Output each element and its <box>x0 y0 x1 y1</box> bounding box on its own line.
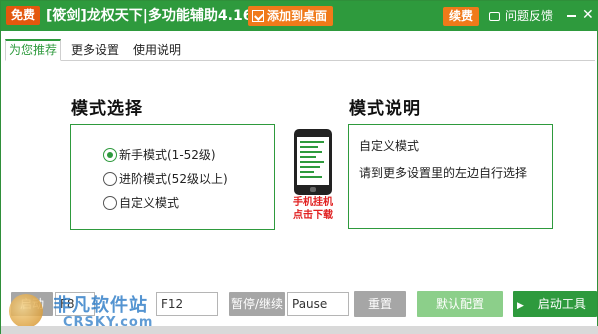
radio-icon <box>103 172 117 186</box>
reset-button[interactable]: 重置 <box>354 291 406 317</box>
bottom-toolbar: 启动 F8 F12 暂停/继续 Pause 重置 默认配置 ▶ 启动工具 <box>1 286 598 326</box>
close-icon[interactable]: ✕ <box>582 8 594 22</box>
phone-promo-line1: 手机挂机 <box>293 197 333 208</box>
feedback-link[interactable]: 问题反馈 <box>489 7 553 25</box>
start-hotkey-label: 启动 <box>11 292 53 316</box>
app-window: 免费 [筱剑]龙权天下|多功能辅助4.16 添加到桌面 续费 问题反馈 ✕ 为您… <box>0 0 598 334</box>
phone-home-button <box>310 187 316 192</box>
phone-download-link[interactable]: 手机挂机 点击下载 <box>291 196 335 222</box>
tab-bar: 为您推荐 更多设置 使用说明 <box>5 39 595 61</box>
default-config-button[interactable]: 默认配置 <box>417 291 503 317</box>
start-tool-label: 启动工具 <box>537 297 586 311</box>
pause-hotkey-label: 暂停/继续 <box>229 292 285 316</box>
mode-option-label: 进阶模式(52级以上) <box>119 172 228 186</box>
footer-bar <box>1 326 598 334</box>
mode-desc-text: 请到更多设置里的左边自行选择 <box>359 166 528 180</box>
title-bar: 免费 [筱剑]龙权天下|多功能辅助4.16 添加到桌面 续费 问题反馈 ✕ <box>1 1 598 31</box>
free-badge[interactable]: 免费 <box>6 6 41 25</box>
tab-instructions[interactable]: 使用说明 <box>130 39 184 61</box>
checkbox-icon <box>252 10 264 22</box>
mode-select-heading: 模式选择 <box>71 99 143 119</box>
phone-promo-line2: 点击下载 <box>293 210 333 221</box>
radio-selected-icon <box>103 148 117 162</box>
mode-option-label: 自定义模式 <box>119 196 180 210</box>
add-to-desktop-button[interactable]: 添加到桌面 <box>248 6 334 26</box>
start-tool-button[interactable]: ▶ 启动工具 <box>513 291 597 317</box>
mode-option-label: 新手模式(1-52级) <box>119 148 216 162</box>
mode-desc-title: 自定义模式 <box>359 139 420 153</box>
start-hotkey-field[interactable]: F8 <box>55 292 95 316</box>
app-title: [筱剑]龙权天下|多功能辅助4.16 <box>46 8 253 24</box>
mode-option-custom[interactable]: 自定义模式 <box>103 195 179 211</box>
renew-button[interactable]: 续费 <box>443 7 480 26</box>
mode-select-panel: 新手模式(1-52级) 进阶模式(52级以上) 自定义模式 <box>70 124 275 230</box>
tab-recommend[interactable]: 为您推荐 <box>5 39 62 61</box>
feedback-label: 问题反馈 <box>505 9 554 23</box>
phone-screen <box>297 137 329 185</box>
radio-icon <box>103 196 117 210</box>
add-to-desktop-label: 添加到桌面 <box>267 9 328 23</box>
tab-more-settings[interactable]: 更多设置 <box>68 39 122 61</box>
chat-bubble-icon <box>489 12 500 21</box>
stop-hotkey-field[interactable]: F12 <box>156 292 218 316</box>
play-icon: ▶ <box>517 301 524 311</box>
mode-desc-panel: 自定义模式 请到更多设置里的左边自行选择 <box>348 124 553 229</box>
pause-hotkey-field[interactable]: Pause <box>287 292 349 316</box>
mode-option-beginner[interactable]: 新手模式(1-52级) <box>103 147 216 163</box>
mode-desc-heading: 模式说明 <box>349 99 421 119</box>
phone-download-icon[interactable] <box>294 129 332 195</box>
mode-option-advanced[interactable]: 进阶模式(52级以上) <box>103 171 228 187</box>
minimize-icon[interactable] <box>567 15 576 17</box>
